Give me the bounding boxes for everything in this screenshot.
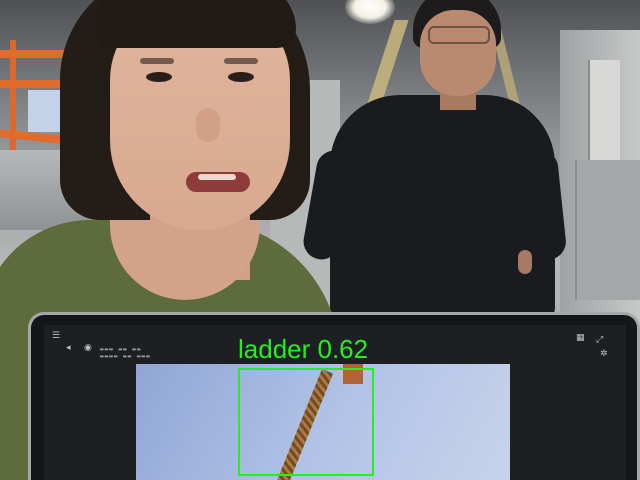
- detection-label: ladder 0.62: [238, 334, 369, 364]
- teeth: [198, 174, 236, 180]
- nose: [196, 108, 220, 142]
- webcam-frame: ☰ ◂ ◉ ▬▬▬ ▬▬ ▬▬ ▬▬▬▬ ▬▬ ▬▬▬ ▦ ⤢ ✲ ladder …: [0, 0, 640, 480]
- settings-icon[interactable]: ✲: [600, 350, 608, 359]
- eye: [228, 72, 254, 82]
- menu-icon[interactable]: ☰: [52, 332, 60, 341]
- expand-icon[interactable]: ⤢: [596, 336, 603, 345]
- laptop-status-text: ▬▬▬ ▬▬ ▬▬ ▬▬▬▬ ▬▬ ▬▬▬: [100, 346, 151, 360]
- eye: [146, 72, 172, 82]
- detection-bounding-box: [238, 368, 374, 476]
- laptop-right-icons: ▦ ⤢ ✲: [570, 332, 620, 362]
- eyebrow: [140, 58, 174, 64]
- record-icon[interactable]: ◉: [84, 344, 92, 353]
- eyebrow: [224, 58, 258, 64]
- person-bangs: [96, 0, 296, 48]
- arrow-icon[interactable]: ◂: [66, 344, 71, 353]
- grid-icon[interactable]: ▦: [576, 334, 585, 343]
